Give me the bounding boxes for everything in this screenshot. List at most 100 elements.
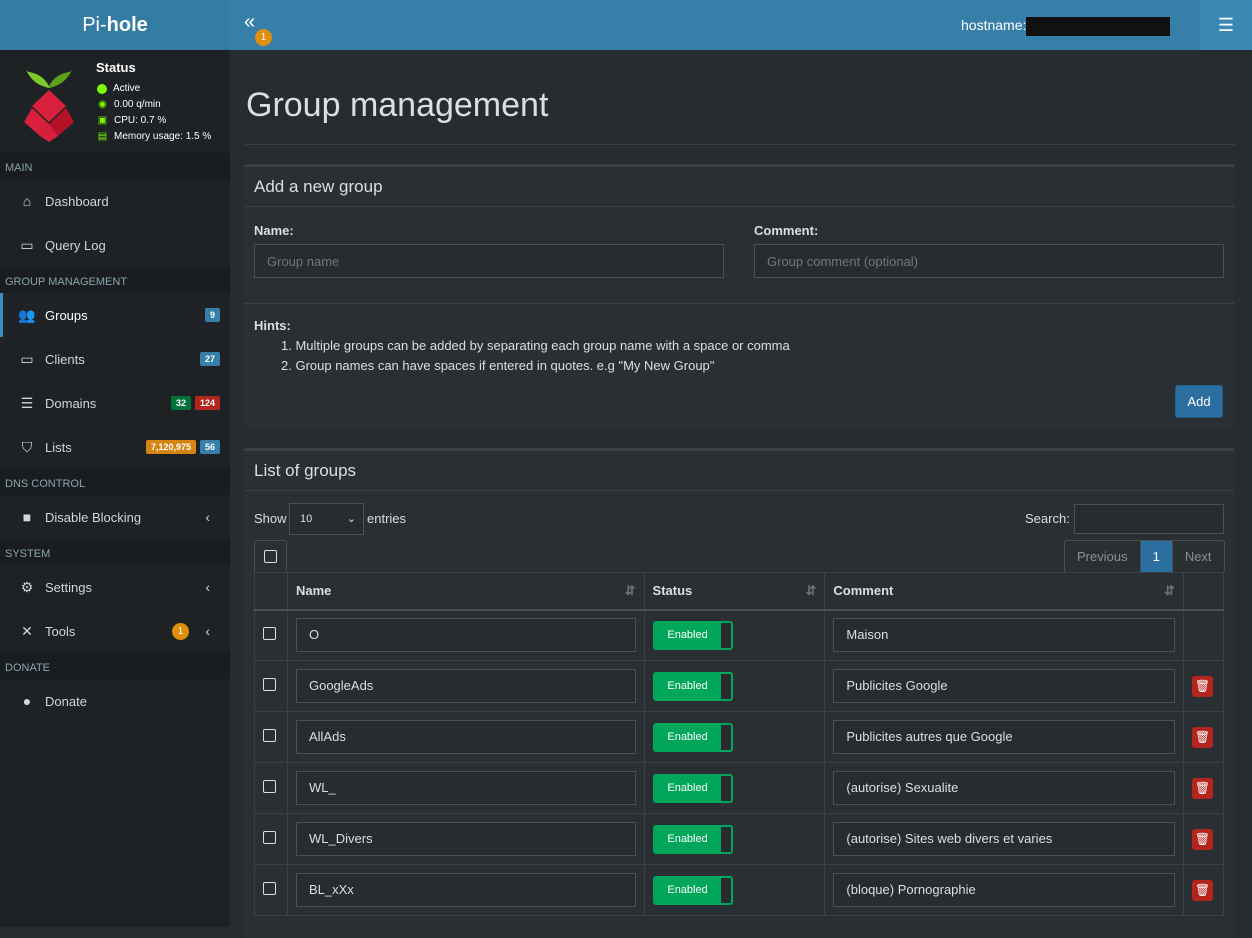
status-memory-row: ▤ Memory usage: 1.5 % (97, 131, 212, 142)
row-checkbox[interactable] (263, 831, 276, 844)
groups-table: Name ⇵ Status ⇵ Comment ⇵ O Enabled Maison … (254, 572, 1225, 916)
group-name-field[interactable]: WL_Divers (295, 822, 636, 856)
row-checkbox[interactable] (263, 678, 276, 691)
sidebar-item-domains[interactable]: ☰ Domains 32 124 (0, 381, 230, 425)
group-comment-field[interactable]: Publicites autres que Google (833, 720, 1175, 754)
group-name-field[interactable]: AllAds (295, 720, 636, 754)
group-name-input[interactable] (254, 244, 724, 278)
trash-icon[interactable]: 🗑 (1191, 675, 1213, 697)
sidebar-item-dashboard[interactable]: ⌂ Dashboard (0, 179, 230, 223)
sidebar-item-querylog[interactable]: ▭ Query Log (0, 223, 230, 267)
lists-count-badge: 56 (199, 440, 220, 454)
tools-icon: ✕ (21, 622, 33, 639)
group-comment-field[interactable]: Publicites Google (833, 669, 1175, 703)
trash-icon[interactable]: 🗑 (1191, 726, 1213, 748)
row-checkbox[interactable] (263, 627, 276, 641)
status-column-header[interactable]: Status ⇵ (643, 572, 826, 611)
sidebar-item-label: Tools (45, 623, 76, 639)
search-input[interactable] (1074, 504, 1224, 534)
hamburger-menu-icon[interactable]: ☰ (1200, 0, 1252, 50)
lists-domains-badge: 7,120,975 (145, 440, 196, 454)
add-button[interactable]: Add (1175, 385, 1223, 418)
sidebar: Status Active ◉ 0.00 q/min ▣ CPU: 0.7 % ▤ M… (0, 50, 230, 927)
column-label: Status (652, 583, 693, 599)
sidebar-item-clients[interactable]: ▭ Clients 27 (0, 337, 230, 381)
group-comment-field[interactable]: Maison (833, 618, 1175, 653)
list-icon: ☰ (20, 394, 34, 411)
sidebar-item-label: Donate (45, 693, 87, 709)
table-row: AllAds Enabled Publicites autres que Goo… (254, 711, 1225, 763)
previous-button[interactable]: Previous (1065, 541, 1141, 572)
status-active: Active (113, 83, 141, 94)
sidebar-item-donate[interactable]: ● Donate (0, 679, 230, 723)
sidebar-item-settings[interactable]: ⚙ Settings ‹ (0, 565, 230, 609)
page-1-button[interactable]: 1 (1140, 541, 1173, 572)
status-toggle[interactable]: Enabled (652, 620, 733, 650)
update-badge: 1 (255, 29, 272, 46)
name-cell: WL_ (286, 762, 645, 814)
sidebar-item-groups[interactable]: 👥 Groups 9 (0, 293, 230, 337)
select-all-button[interactable] (254, 540, 287, 573)
status-toggle[interactable]: Enabled (652, 875, 733, 905)
row-checkbox[interactable] (263, 780, 276, 793)
comment-column-header[interactable]: Comment ⇵ (824, 572, 1184, 611)
sort-icon: ⇵ (1164, 583, 1175, 598)
status-toggle[interactable]: Enabled (652, 671, 733, 701)
clients-count-badge: 27 (199, 352, 220, 366)
section-system: SYSTEM (0, 539, 230, 565)
status-toggle[interactable]: Enabled (652, 773, 733, 803)
coin-icon: ● (22, 693, 32, 709)
trash-icon[interactable]: 🗑 (1191, 879, 1213, 901)
sidebar-item-disable-blocking[interactable]: ■ Disable Blocking ‹ (0, 495, 230, 539)
app-logo[interactable]: Pi-hole (0, 0, 230, 50)
group-name-field[interactable]: O (295, 618, 636, 653)
group-comment-field[interactable]: (autorise) Sexualite (833, 771, 1175, 805)
group-comment-input[interactable] (754, 244, 1224, 278)
status-cell: Enabled (643, 813, 826, 865)
sidebar-item-label: Settings (45, 579, 92, 595)
toggle-handle (720, 622, 731, 648)
table-row: GoogleAds Enabled Publicites Google 🗑 (254, 660, 1225, 712)
group-comment-field[interactable]: (autorise) Sites web divers et varies (833, 822, 1175, 856)
row-checkbox[interactable] (263, 882, 276, 895)
chevron-left-icon: ‹ (205, 579, 210, 595)
row-checkbox[interactable] (263, 729, 276, 742)
sidebar-item-lists[interactable]: ⛉ Lists 7,120,975 56 (0, 425, 230, 469)
status-qpm-row: ◉ 0.00 q/min (97, 99, 161, 110)
sidebar-item-tools[interactable]: ✕ Tools 1 ‹ (0, 609, 230, 653)
group-name-field[interactable]: WL_ (295, 771, 636, 805)
comment-cell: (bloque) Pornographie (824, 864, 1184, 916)
logo-text-pre: Pi- (82, 13, 107, 36)
column-label: Comment (833, 583, 894, 599)
status-toggle[interactable]: Enabled (652, 824, 733, 854)
trash-icon[interactable]: 🗑 (1191, 828, 1213, 850)
status-title: Status (96, 60, 136, 75)
row-select-cell (254, 609, 288, 661)
group-name-field[interactable]: BL_xXx (295, 873, 636, 907)
sidebar-item-label: Dashboard (45, 193, 109, 209)
sidebar-toggle-icon[interactable]: « (244, 12, 255, 32)
trash-icon[interactable]: 🗑 (1191, 777, 1213, 799)
hint-1: 1. Multiple groups can be added by separ… (281, 338, 790, 353)
status-toggle[interactable]: Enabled (652, 722, 733, 752)
group-name-field[interactable]: GoogleAds (295, 669, 636, 703)
status-toggle-label: Enabled (654, 877, 721, 903)
home-icon: ⌂ (22, 193, 32, 209)
title-divider (245, 144, 1235, 145)
comment-label: Comment: (754, 223, 819, 238)
cpu-icon: ▣ (97, 115, 108, 126)
row-select-cell (254, 711, 288, 763)
actions-cell (1182, 609, 1225, 661)
status-toggle-label: Enabled (654, 622, 721, 648)
actions-cell: 🗑 (1182, 660, 1225, 712)
status-toggle-label: Enabled (654, 775, 721, 801)
name-column-header[interactable]: Name ⇵ (286, 572, 645, 611)
checkbox-icon (264, 550, 277, 563)
entries-select[interactable]: 10 ⌄ (289, 503, 364, 535)
group-comment-field[interactable]: (bloque) Pornographie (833, 873, 1175, 907)
memory-icon: ▤ (97, 131, 108, 142)
toggle-handle (720, 673, 731, 699)
list-groups-box: List of groups Show 10 ⌄ entries Search: … (244, 448, 1235, 938)
next-button[interactable]: Next (1173, 541, 1224, 572)
list-groups-title: List of groups (244, 451, 1235, 491)
